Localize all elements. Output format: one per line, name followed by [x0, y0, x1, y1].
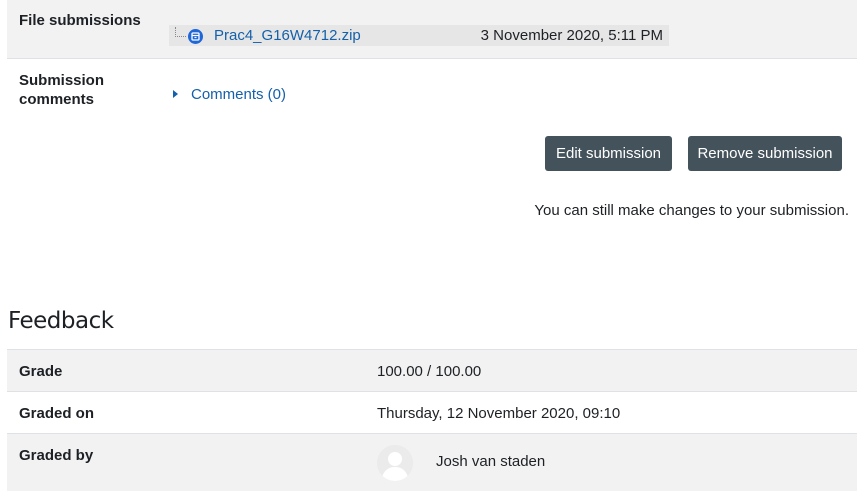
- comments-toggle[interactable]: Comments (0): [173, 85, 286, 104]
- file-submissions-label: File submissions: [19, 12, 141, 29]
- submission-note: You can still make changes to your submi…: [534, 202, 849, 219]
- tree-connector: [175, 27, 186, 37]
- feedback-row-graded-on: Graded on Thursday, 12 November 2020, 09…: [7, 391, 857, 433]
- graded-by-label: Graded by: [19, 447, 94, 464]
- assignment-page: File submissions Prac4_G16W4712.zip 3 No…: [0, 0, 857, 498]
- submission-comments-label: Submission comments: [19, 72, 105, 108]
- feedback-heading: Feedback: [8, 308, 114, 334]
- graded-on-value: Thursday, 12 November 2020, 09:10: [377, 405, 621, 422]
- file-date: 3 November 2020, 5:11 PM: [480, 27, 663, 44]
- graded-on-label: Graded on: [19, 405, 95, 422]
- file-submissions-row: File submissions Prac4_G16W4712.zip 3 No…: [7, 0, 857, 59]
- remove-submission-button[interactable]: Remove submission: [688, 136, 842, 171]
- file-download-link[interactable]: Prac4_G16W4712.zip: [214, 26, 361, 45]
- grade-label: Grade: [19, 363, 63, 380]
- feedback-row-graded-by: Graded by Josh van staden: [7, 433, 857, 491]
- comments-link-label: Comments (0): [191, 86, 287, 103]
- archive-file-icon: [188, 29, 203, 44]
- user-avatar-icon[interactable]: [377, 445, 413, 481]
- feedback-row-grade: Grade 100.00 / 100.00: [7, 349, 857, 391]
- submission-comments-row: Submission comments Comments (0): [7, 59, 857, 119]
- file-entry: Prac4_G16W4712.zip 3 November 2020, 5:11…: [169, 25, 669, 46]
- grader-name[interactable]: Josh van staden: [436, 452, 545, 471]
- grade-value: 100.00 / 100.00: [377, 363, 482, 380]
- edit-submission-button[interactable]: Edit submission: [545, 136, 672, 171]
- caret-right-icon: [173, 90, 178, 98]
